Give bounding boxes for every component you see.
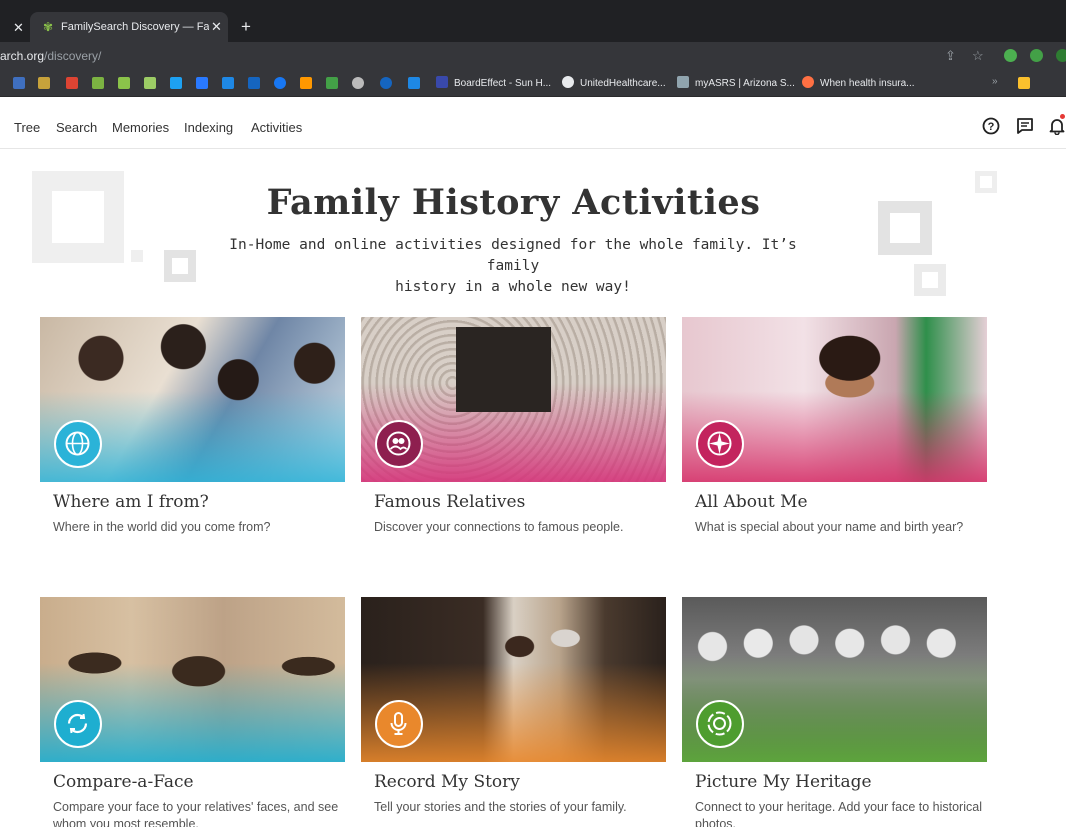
bookmark-icon[interactable] <box>92 77 104 89</box>
url-host: arch.org <box>0 49 45 63</box>
nav-indexing[interactable]: Indexing <box>184 120 233 135</box>
card-description: What is special about your name and birt… <box>695 520 964 534</box>
globe-icon <box>54 420 102 468</box>
bookmark-folder-icon[interactable] <box>1018 77 1030 89</box>
card-description: Where in the world did you come from? <box>53 520 271 534</box>
bookmark-icon[interactable] <box>13 77 25 89</box>
microphone-icon <box>375 700 423 748</box>
bookmark-icon[interactable] <box>380 77 392 89</box>
bookmark-health-insurance[interactable]: When health insura... <box>802 76 915 92</box>
nav-memories[interactable]: Memories <box>112 120 169 135</box>
card-image[interactable] <box>682 317 987 482</box>
site-navigation: Tree Search Memories Indexing Activities… <box>0 97 1066 149</box>
bookmark-icon[interactable] <box>300 77 312 89</box>
card-image[interactable] <box>40 597 345 762</box>
bookmark-icon <box>802 76 814 88</box>
face-compare-icon <box>54 700 102 748</box>
bookmark-icon[interactable] <box>352 77 364 89</box>
card-title[interactable]: Picture My Heritage <box>695 772 872 792</box>
bookmark-icon[interactable] <box>408 77 420 89</box>
card-title[interactable]: All About Me <box>695 492 808 512</box>
url-text[interactable]: arch.org/discovery/ <box>0 49 101 63</box>
tab-title: FamilySearch Discovery — Family <box>61 21 209 33</box>
extension-icon[interactable] <box>1030 49 1043 62</box>
nav-search[interactable]: Search <box>56 120 97 135</box>
bookmark-unitedhealthcare[interactable]: UnitedHealthcare... <box>562 76 666 92</box>
svg-text:?: ? <box>988 121 995 133</box>
notification-badge <box>1060 114 1065 119</box>
activity-card-all-about-me[interactable]: All About Me What is special about your … <box>682 317 987 534</box>
bookmark-icon[interactable] <box>38 77 50 89</box>
bookmark-myasrs[interactable]: myASRS | Arizona S... <box>677 76 795 92</box>
page-title: Family History Activities <box>266 182 761 223</box>
card-description: Compare your face to your relatives' fac… <box>53 800 339 827</box>
bookmark-icon[interactable] <box>326 77 338 89</box>
bookmark-boardeffect[interactable]: BoardEffect - Sun H... <box>436 76 551 92</box>
bookmark-icon[interactable] <box>170 77 182 89</box>
nav-activities[interactable]: Activities <box>251 120 302 135</box>
url-path: /discovery/ <box>44 49 102 63</box>
bookmark-icon[interactable] <box>118 77 130 89</box>
card-description: Tell your stories and the stories of you… <box>374 800 627 814</box>
card-image[interactable] <box>361 597 666 762</box>
boardeffect-icon <box>436 76 448 88</box>
people-icon <box>375 420 423 468</box>
camera-frame-icon <box>696 700 744 748</box>
close-tab-icon[interactable]: ✕ <box>13 20 24 36</box>
address-bar[interactable]: arch.org/discovery/ ⇪ ☆ <box>0 42 1066 70</box>
activity-card-picture-my-heritage[interactable]: Picture My Heritage Connect to your heri… <box>682 597 987 827</box>
bookmarks-bar: BoardEffect - Sun H... UnitedHealthcare.… <box>0 70 1066 97</box>
extension-icon[interactable] <box>1004 49 1017 62</box>
card-title[interactable]: Compare-a-Face <box>53 772 194 792</box>
card-title[interactable]: Where am I from? <box>53 492 209 512</box>
bookmark-icon[interactable] <box>66 77 78 89</box>
new-tab-icon[interactable]: + <box>241 17 251 37</box>
card-image[interactable] <box>361 317 666 482</box>
page-subtitle: In-Home and online activities designed f… <box>229 237 797 295</box>
card-title[interactable]: Famous Relatives <box>374 492 525 512</box>
notifications-bell-icon[interactable] <box>1048 117 1066 140</box>
decorative-square <box>914 264 946 296</box>
card-description: Connect to your heritage. Add your face … <box>695 800 982 827</box>
help-icon[interactable]: ? <box>982 117 1000 140</box>
card-image[interactable] <box>40 317 345 482</box>
compass-icon <box>696 420 744 468</box>
activity-card-where-am-i-from[interactable]: Where am I from? Where in the world did … <box>40 317 345 534</box>
extension-icon[interactable] <box>1056 49 1066 62</box>
decorative-square <box>131 250 143 262</box>
myasrs-icon <box>677 76 689 88</box>
card-image[interactable] <box>682 597 987 762</box>
share-icon[interactable]: ⇪ <box>945 48 956 64</box>
nav-tree[interactable]: Tree <box>14 120 40 135</box>
bookmark-icon[interactable] <box>222 77 234 89</box>
card-title[interactable]: Record My Story <box>374 772 520 792</box>
bookmark-icon[interactable] <box>248 77 260 89</box>
activity-card-famous-relatives[interactable]: Famous Relatives Discover your connectio… <box>361 317 666 534</box>
bookmark-star-icon[interactable]: ☆ <box>972 48 984 64</box>
tab-close-icon[interactable]: ✕ <box>211 19 222 35</box>
browser-tab-bar: ✕ ✾ FamilySearch Discovery — Family ✕ + <box>0 0 1066 42</box>
bookmark-icon[interactable] <box>144 77 156 89</box>
facebook-icon[interactable] <box>274 77 286 89</box>
bookmarks-overflow-icon[interactable]: » <box>992 76 998 92</box>
activity-card-record-my-story[interactable]: Record My Story Tell your stories and th… <box>361 597 666 814</box>
browser-tab-active[interactable]: ✾ FamilySearch Discovery — Family ✕ <box>30 12 228 42</box>
familysearch-favicon-icon: ✾ <box>43 20 54 34</box>
decorative-square <box>164 250 196 282</box>
card-description: Discover your connections to famous peop… <box>374 520 624 534</box>
messages-icon[interactable] <box>1016 117 1034 140</box>
globe-icon <box>562 76 574 88</box>
activity-card-compare-a-face[interactable]: Compare-a-Face Compare your face to your… <box>40 597 345 827</box>
bookmark-icon[interactable] <box>196 77 208 89</box>
